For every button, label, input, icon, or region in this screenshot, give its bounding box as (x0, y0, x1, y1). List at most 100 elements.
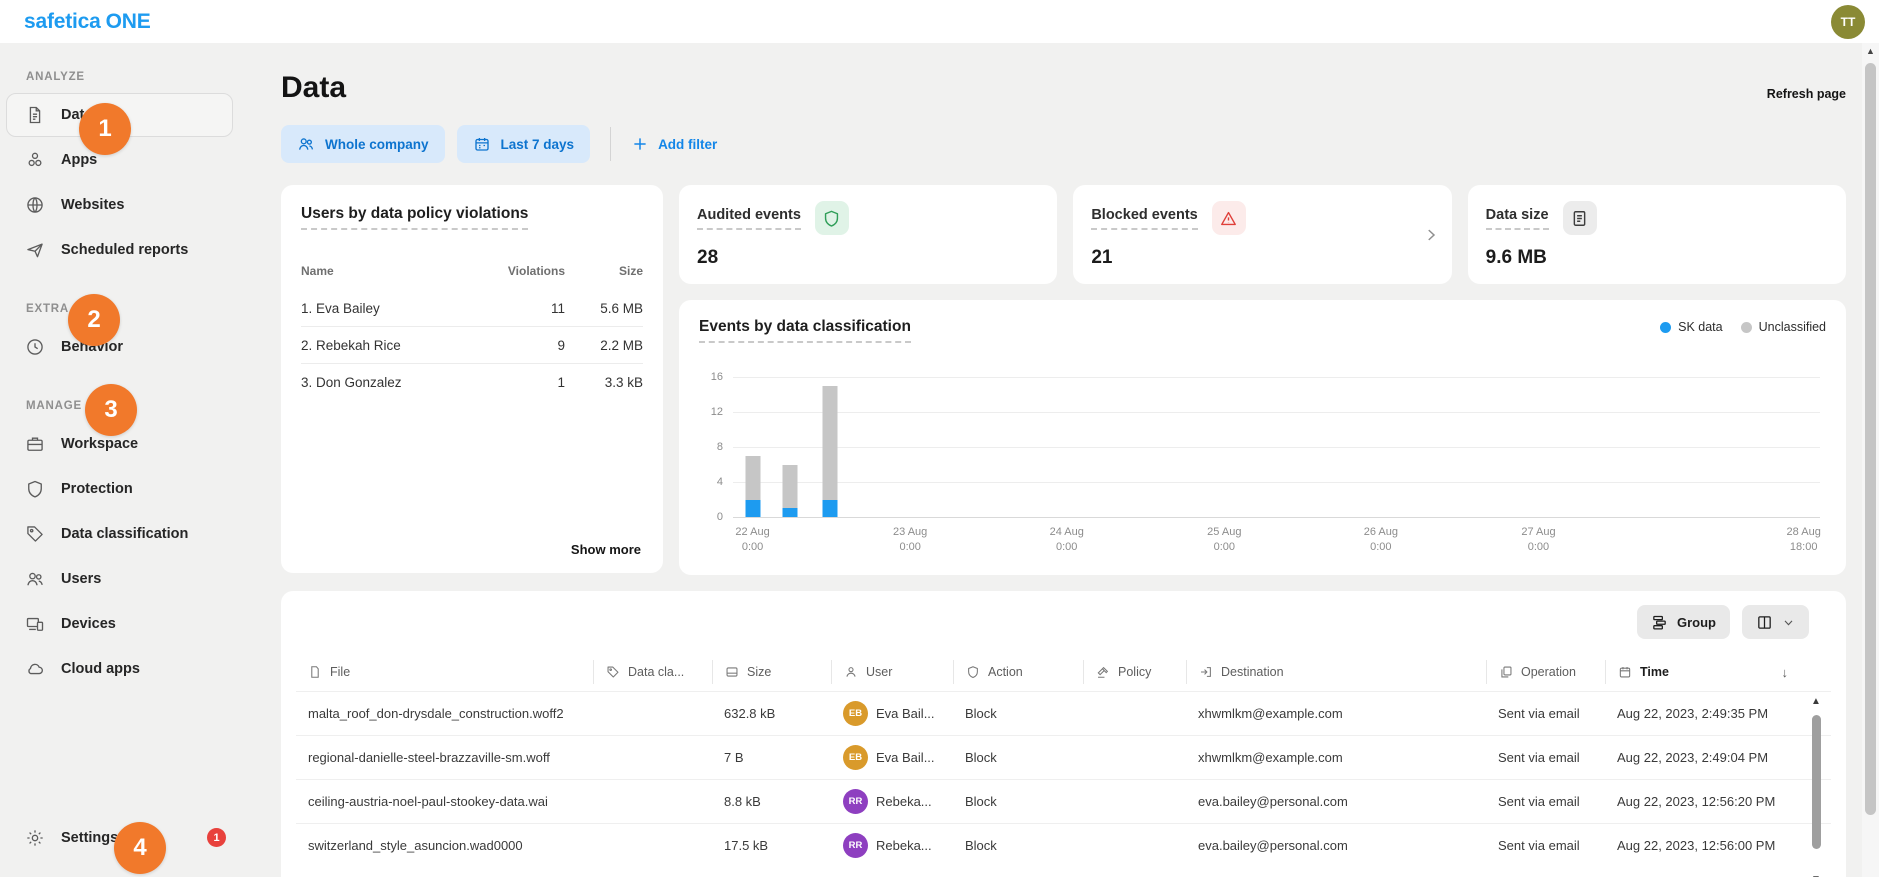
shield-icon (25, 479, 45, 499)
columns-button[interactable] (1742, 605, 1809, 639)
col-size[interactable]: Size (712, 660, 831, 684)
sidebar-item-label: Data classification (61, 526, 188, 542)
sidebar-item-behavior[interactable]: Behavior (6, 325, 233, 369)
settings-alert-badge: 1 (207, 828, 226, 847)
bar-22 Aug 6:00[interactable] (783, 465, 798, 518)
scroll-up-icon[interactable]: ▲ (1862, 43, 1879, 59)
chart-legend: SK data Unclassified (1660, 320, 1826, 334)
users-icon (297, 135, 315, 153)
page-scrollbar-thumb[interactable] (1865, 63, 1876, 815)
briefcase-icon (25, 434, 45, 454)
chart-title: Events by data classification (699, 318, 911, 343)
x-axis-tick: 28 Aug18:00 (1787, 525, 1821, 555)
table-scrollbar-thumb[interactable] (1812, 715, 1821, 849)
shield-check-icon (815, 201, 849, 235)
group-icon (1651, 614, 1668, 631)
refresh-page-button[interactable]: Refresh page (1767, 87, 1846, 101)
page-title: Data (281, 71, 346, 105)
col-time[interactable]: Time↓ (1605, 660, 1800, 684)
audited-events-value: 28 (697, 247, 1039, 269)
sidebar-item-users[interactable]: Users (6, 557, 233, 601)
cloud-icon (25, 659, 45, 679)
sort-desc-icon[interactable]: ↓ (1782, 665, 1789, 680)
col-file[interactable]: File (296, 660, 593, 684)
audited-events-card: Audited events 28 (679, 185, 1057, 284)
col-data-classification[interactable]: Data cla... (593, 660, 712, 684)
section-manage: MANAGE (6, 400, 274, 412)
gavel-icon (1096, 665, 1110, 679)
table-row[interactable]: malta_roof_don-drysdale_construction.wof… (296, 691, 1831, 735)
user-avatar[interactable]: TT (1831, 5, 1865, 39)
blocked-events-label: Blocked events (1091, 207, 1197, 230)
person-icon (844, 665, 858, 679)
group-button[interactable]: Group (1637, 605, 1730, 639)
sidebar-item-label: Websites (61, 197, 124, 213)
tag-icon (606, 665, 620, 679)
col-operation[interactable]: Operation (1486, 660, 1605, 684)
data-size-value: 9.6 MB (1486, 247, 1828, 269)
sidebar-item-protection[interactable]: Protection (6, 467, 233, 511)
chart-x-axis: 22 Aug0:0023 Aug0:0024 Aug0:0025 Aug0:00… (733, 525, 1820, 557)
col-action[interactable]: Action (953, 660, 1083, 684)
show-more-button[interactable]: Show more (301, 536, 643, 559)
date-range-chip[interactable]: Last 7 days (457, 125, 591, 163)
sidebar-item-label: Settings (61, 830, 118, 846)
scroll-down-icon[interactable]: ▼ (1811, 873, 1821, 877)
sidebar-item-data-classification[interactable]: Data classification (6, 512, 233, 556)
logo-suffix: ONE (106, 10, 151, 33)
col-destination[interactable]: Destination (1186, 660, 1486, 684)
audited-events-label: Audited events (697, 207, 801, 230)
scroll-up-icon[interactable]: ▲ (1811, 695, 1821, 709)
avatar: RR (843, 789, 868, 814)
data-size-card: Data size 9.6 MB (1468, 185, 1846, 284)
violations-row[interactable]: 1. Eva Bailey 11 5.6 MB (301, 289, 643, 326)
page-scrollbar[interactable]: ▲ (1862, 43, 1879, 877)
page: safeticaONE TT ▲ ANALYZE Data Apps Websi… (0, 0, 1879, 877)
user-cell: EBEva Bail... (831, 701, 953, 726)
sidebar-item-websites[interactable]: Websites (6, 183, 233, 227)
bar-22 Aug 12:00[interactable] (822, 386, 837, 517)
main-content: Data Refresh page Whole company Last 7 d… (281, 43, 1846, 877)
sidebar-item-cloud-apps[interactable]: Cloud apps (6, 647, 233, 691)
sidebar-item-scheduled-reports[interactable]: Scheduled reports (6, 228, 233, 272)
add-filter-button[interactable]: Add filter (631, 135, 717, 153)
globe-icon (25, 195, 45, 215)
plus-icon (631, 135, 649, 153)
violations-row[interactable]: 3. Don Gonzalez 1 3.3 kB (301, 363, 643, 400)
sidebar-item-label: Users (61, 571, 101, 587)
table-row[interactable]: ceiling-austria-noel-paul-stookey-data.w… (296, 779, 1831, 823)
users-icon (25, 569, 45, 589)
avatar: EB (843, 745, 868, 770)
devices-icon (25, 614, 45, 634)
sidebar-item-devices[interactable]: Devices (6, 602, 233, 646)
col-name: Name (301, 264, 490, 278)
table-row[interactable]: switzerland_style_asuncion.wad000017.5 k… (296, 823, 1831, 867)
table-row[interactable]: regional-danielle-steel-brazzaville-sm.w… (296, 735, 1831, 779)
table-scrollbar[interactable]: ▲ ▼ (1810, 695, 1822, 877)
gridline (733, 447, 1820, 448)
chip-label: Whole company (325, 137, 429, 152)
logo-word: safetica (24, 10, 101, 33)
events-table-card: Group File Data cla... Size User Action … (281, 591, 1846, 877)
chevron-down-icon (1782, 616, 1795, 629)
x-axis-tick: 26 Aug0:00 (1364, 525, 1398, 555)
bar-22 Aug 0:00[interactable] (745, 456, 760, 517)
clock-icon (25, 337, 45, 357)
y-axis-label: 4 (717, 476, 723, 488)
whole-company-chip[interactable]: Whole company (281, 125, 445, 163)
chevron-right-icon[interactable] (1422, 226, 1440, 244)
x-axis-tick: 23 Aug0:00 (893, 525, 927, 555)
sidebar-item-label: Apps (61, 152, 97, 168)
destination-icon (1199, 665, 1213, 679)
col-policy[interactable]: Policy (1083, 660, 1186, 684)
sidebar-item-label: Workspace (61, 436, 138, 452)
violations-card-title: Users by data policy violations (301, 205, 528, 230)
violations-row[interactable]: 2. Rebekah Rice 9 2.2 MB (301, 326, 643, 363)
y-axis-label: 16 (711, 371, 723, 383)
x-axis-tick: 25 Aug0:00 (1207, 525, 1241, 555)
y-axis-label: 0 (717, 511, 723, 523)
avatar: EB (843, 701, 868, 726)
annotation-3: 3 (85, 384, 137, 436)
col-user[interactable]: User (831, 660, 953, 684)
gridline (733, 482, 1820, 483)
